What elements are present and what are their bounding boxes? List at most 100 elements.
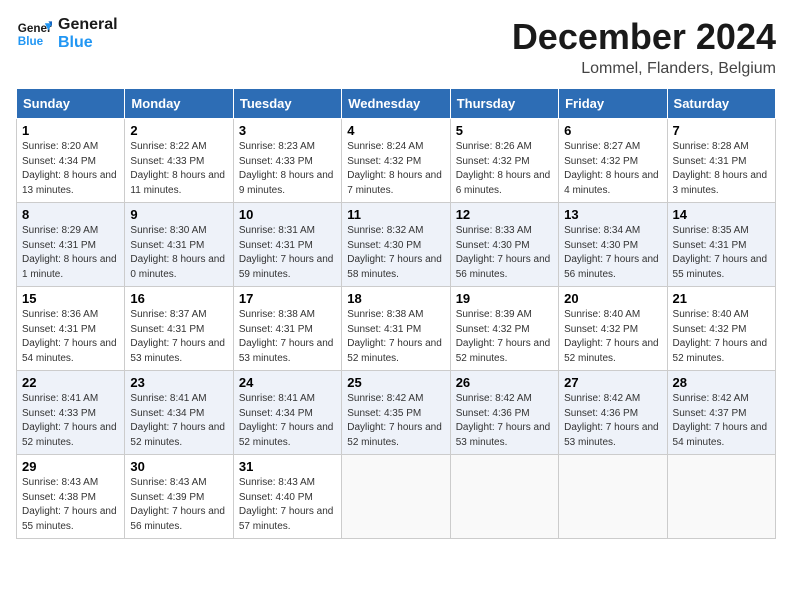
day-number: 28 [673,375,770,390]
header-sunday: Sunday [17,89,125,119]
title-area: December 2024 Lommel, Flanders, Belgium [512,16,776,78]
day-number: 14 [673,207,770,222]
calendar-week-row: 8 Sunrise: 8:29 AMSunset: 4:31 PMDaylight… [17,203,776,287]
header-friday: Friday [559,89,667,119]
day-detail: Sunrise: 8:35 AMSunset: 4:31 PMDaylight:… [673,225,768,280]
calendar-week-row: 15 Sunrise: 8:36 AMSunset: 4:31 PMDayligh… [17,287,776,371]
day-number: 18 [347,291,444,306]
svg-text:Blue: Blue [18,35,44,48]
day-number: 25 [347,375,444,390]
day-number: 22 [22,375,119,390]
calendar-cell: 21 Sunrise: 8:40 AMSunset: 4:32 PMDayligh… [667,287,775,371]
day-detail: Sunrise: 8:27 AMSunset: 4:32 PMDaylight:… [564,141,659,196]
day-detail: Sunrise: 8:30 AMSunset: 4:31 PMDaylight:… [130,225,225,280]
day-number: 3 [239,123,336,138]
calendar-cell: 15 Sunrise: 8:36 AMSunset: 4:31 PMDayligh… [17,287,125,371]
day-number: 20 [564,291,661,306]
calendar-cell: 26 Sunrise: 8:42 AMSunset: 4:36 PMDayligh… [450,371,558,455]
day-detail: Sunrise: 8:33 AMSunset: 4:30 PMDaylight:… [456,225,551,280]
calendar-cell: 6 Sunrise: 8:27 AMSunset: 4:32 PMDaylight… [559,119,667,203]
day-detail: Sunrise: 8:41 AMSunset: 4:33 PMDaylight:… [22,393,117,448]
day-number: 2 [130,123,227,138]
day-detail: Sunrise: 8:42 AMSunset: 4:37 PMDaylight:… [673,393,768,448]
day-detail: Sunrise: 8:23 AMSunset: 4:33 PMDaylight:… [239,141,334,196]
calendar-cell: 4Sunrise: 8:24 AMSunset: 4:32 PMDaylight… [342,119,450,203]
day-number: 15 [22,291,119,306]
day-number: 21 [673,291,770,306]
day-detail: Sunrise: 8:42 AMSunset: 4:36 PMDaylight:… [456,393,551,448]
header-saturday: Saturday [667,89,775,119]
day-number: 4 [347,123,444,138]
calendar-cell: 5 Sunrise: 8:26 AMSunset: 4:32 PMDaylight… [450,119,558,203]
calendar-cell [342,455,450,539]
day-detail: Sunrise: 8:32 AMSunset: 4:30 PMDaylight:… [347,225,442,280]
logo-line2: Blue [58,34,118,52]
calendar-cell: 7 Sunrise: 8:28 AMSunset: 4:31 PMDaylight… [667,119,775,203]
day-detail: Sunrise: 8:22 AMSunset: 4:33 PMDaylight:… [130,141,225,196]
day-detail: Sunrise: 8:43 AMSunset: 4:40 PMDaylight:… [239,477,334,532]
day-number: 30 [130,459,227,474]
day-detail: Sunrise: 8:40 AMSunset: 4:32 PMDaylight:… [564,309,659,364]
day-number: 1 [22,123,119,138]
calendar-cell: 18 Sunrise: 8:38 AMSunset: 4:31 PMDayligh… [342,287,450,371]
logo: General Blue General Blue [16,16,118,52]
day-number: 24 [239,375,336,390]
calendar-cell [559,455,667,539]
day-detail: Sunrise: 8:41 AMSunset: 4:34 PMDaylight:… [239,393,334,448]
calendar-cell: 27Sunrise: 8:42 AMSunset: 4:36 PMDayligh… [559,371,667,455]
calendar-cell: 19Sunrise: 8:39 AMSunset: 4:32 PMDayligh… [450,287,558,371]
day-detail: Sunrise: 8:40 AMSunset: 4:32 PMDaylight:… [673,309,768,364]
calendar-cell: 3 Sunrise: 8:23 AMSunset: 4:33 PMDaylight… [233,119,341,203]
day-detail: Sunrise: 8:20 AMSunset: 4:34 PMDaylight:… [22,141,117,196]
calendar-cell: 22 Sunrise: 8:41 AMSunset: 4:33 PMDayligh… [17,371,125,455]
day-number: 10 [239,207,336,222]
header-wednesday: Wednesday [342,89,450,119]
day-number: 31 [239,459,336,474]
logo-line1: General [58,16,118,34]
day-detail: Sunrise: 8:36 AMSunset: 4:31 PMDaylight:… [22,309,117,364]
calendar-week-row: 1 Sunrise: 8:20 AMSunset: 4:34 PMDaylight… [17,119,776,203]
calendar-cell: 13Sunrise: 8:34 AMSunset: 4:30 PMDayligh… [559,203,667,287]
header-monday: Monday [125,89,233,119]
calendar-cell: 11 Sunrise: 8:32 AMSunset: 4:30 PMDayligh… [342,203,450,287]
calendar-cell: 30Sunrise: 8:43 AMSunset: 4:39 PMDayligh… [125,455,233,539]
day-number: 6 [564,123,661,138]
calendar-cell: 25Sunrise: 8:42 AMSunset: 4:35 PMDayligh… [342,371,450,455]
day-detail: Sunrise: 8:29 AMSunset: 4:31 PMDaylight:… [22,225,117,280]
day-detail: Sunrise: 8:26 AMSunset: 4:32 PMDaylight:… [456,141,551,196]
day-number: 16 [130,291,227,306]
calendar-cell: 29Sunrise: 8:43 AMSunset: 4:38 PMDayligh… [17,455,125,539]
day-detail: Sunrise: 8:28 AMSunset: 4:31 PMDaylight:… [673,141,768,196]
day-detail: Sunrise: 8:31 AMSunset: 4:31 PMDaylight:… [239,225,334,280]
calendar-subtitle: Lommel, Flanders, Belgium [512,60,776,78]
day-number: 13 [564,207,661,222]
day-number: 26 [456,375,553,390]
header-tuesday: Tuesday [233,89,341,119]
day-number: 12 [456,207,553,222]
day-number: 17 [239,291,336,306]
calendar-table: SundayMondayTuesdayWednesdayThursdayFrid… [16,88,776,539]
day-number: 7 [673,123,770,138]
day-number: 5 [456,123,553,138]
calendar-cell: 16 Sunrise: 8:37 AMSunset: 4:31 PMDayligh… [125,287,233,371]
day-number: 9 [130,207,227,222]
calendar-cell: 20 Sunrise: 8:40 AMSunset: 4:32 PMDayligh… [559,287,667,371]
day-detail: Sunrise: 8:38 AMSunset: 4:31 PMDaylight:… [347,309,442,364]
header: General Blue General Blue December 2024 … [16,16,776,78]
calendar-cell: 17 Sunrise: 8:38 AMSunset: 4:31 PMDayligh… [233,287,341,371]
calendar-cell: 24 Sunrise: 8:41 AMSunset: 4:34 PMDayligh… [233,371,341,455]
day-detail: Sunrise: 8:39 AMSunset: 4:32 PMDaylight:… [456,309,551,364]
day-detail: Sunrise: 8:37 AMSunset: 4:31 PMDaylight:… [130,309,225,364]
day-detail: Sunrise: 8:38 AMSunset: 4:31 PMDaylight:… [239,309,334,364]
calendar-cell [450,455,558,539]
day-detail: Sunrise: 8:43 AMSunset: 4:38 PMDaylight:… [22,477,117,532]
calendar-cell: 10 Sunrise: 8:31 AMSunset: 4:31 PMDayligh… [233,203,341,287]
calendar-cell: 23Sunrise: 8:41 AMSunset: 4:34 PMDayligh… [125,371,233,455]
calendar-cell: 1 Sunrise: 8:20 AMSunset: 4:34 PMDaylight… [17,119,125,203]
calendar-week-row: 29Sunrise: 8:43 AMSunset: 4:38 PMDayligh… [17,455,776,539]
day-number: 8 [22,207,119,222]
day-number: 27 [564,375,661,390]
day-number: 11 [347,207,444,222]
calendar-week-row: 22 Sunrise: 8:41 AMSunset: 4:33 PMDayligh… [17,371,776,455]
calendar-cell: 12 Sunrise: 8:33 AMSunset: 4:30 PMDayligh… [450,203,558,287]
